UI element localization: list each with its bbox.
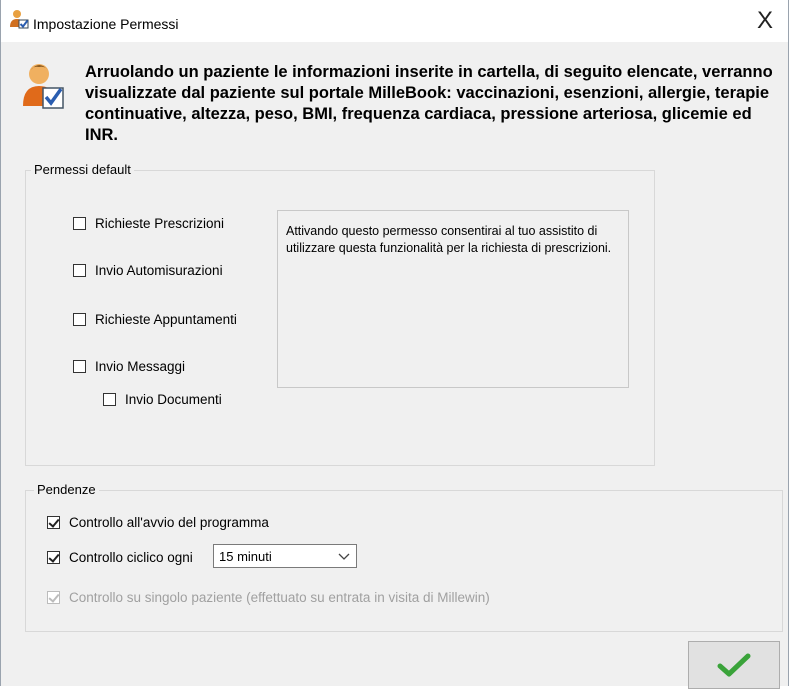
checkbox-label: Controllo all'avvio del programma [69,515,269,530]
checkbox-invio-messaggi[interactable]: Invio Messaggi [73,359,185,374]
user-check-icon [10,10,29,29]
checkbox-controllo-singolo-paziente: Controllo su singolo paziente (effettuat… [47,590,490,605]
checkbox-box[interactable] [73,360,86,373]
checkbox-box[interactable] [73,313,86,326]
checkbox-label: Richieste Appuntamenti [95,312,237,327]
checkbox-controllo-avvio[interactable]: Controllo all'avvio del programma [47,515,269,530]
ok-button[interactable] [688,641,780,689]
checkbox-richieste-appuntamenti[interactable]: Richieste Appuntamenti [73,312,237,327]
checkbox-label: Richieste Prescrizioni [95,216,225,231]
permessi-default-legend: Permessi default [31,162,134,177]
checkbox-controllo-ciclico[interactable]: Controllo ciclico ogni [47,550,193,565]
pendenze-legend: Pendenze [34,482,99,497]
checkbox-box[interactable] [47,551,60,564]
checkbox-invio-documenti[interactable]: Invio Documenti [103,392,222,407]
checkbox-label: Controllo su singolo paziente (effettuat… [69,590,490,605]
checkbox-label: Controllo ciclico ogni [69,550,193,565]
checkbox-label: Invio Automisurazioni [95,263,223,278]
checkbox-box[interactable] [73,264,86,277]
info-text: Arruolando un paziente le informazioni i… [85,63,773,144]
checkbox-invio-automisurazioni[interactable]: Invio Automisurazioni [73,263,223,278]
checkbox-richieste-prescrizioni[interactable]: Richieste Prescrizioni [73,216,224,231]
close-button[interactable]: X [742,0,788,42]
checkbox-box[interactable] [73,217,86,230]
checkbox-label: Invio Documenti [125,392,222,407]
checkbox-box[interactable] [103,393,116,406]
checkbox-box[interactable] [47,516,60,529]
interval-value: 15 minuti [219,548,272,564]
close-icon: X [756,7,773,34]
title-bar: Impostazione Permessi X [1,0,788,42]
permissions-dialog: Impostazione Permessi X Arruolando un pa… [0,0,789,689]
chevron-down-icon[interactable] [337,549,351,563]
permission-description: Attivando questo permesso consentirai al… [277,210,629,388]
checkbox-label: Invio Messaggi [95,359,186,374]
checkmark-icon [717,653,751,677]
checkbox-box [47,591,60,604]
interval-select[interactable]: 15 minuti [213,544,357,568]
user-check-icon [23,64,64,109]
window-title: Impostazione Permessi [33,16,179,32]
